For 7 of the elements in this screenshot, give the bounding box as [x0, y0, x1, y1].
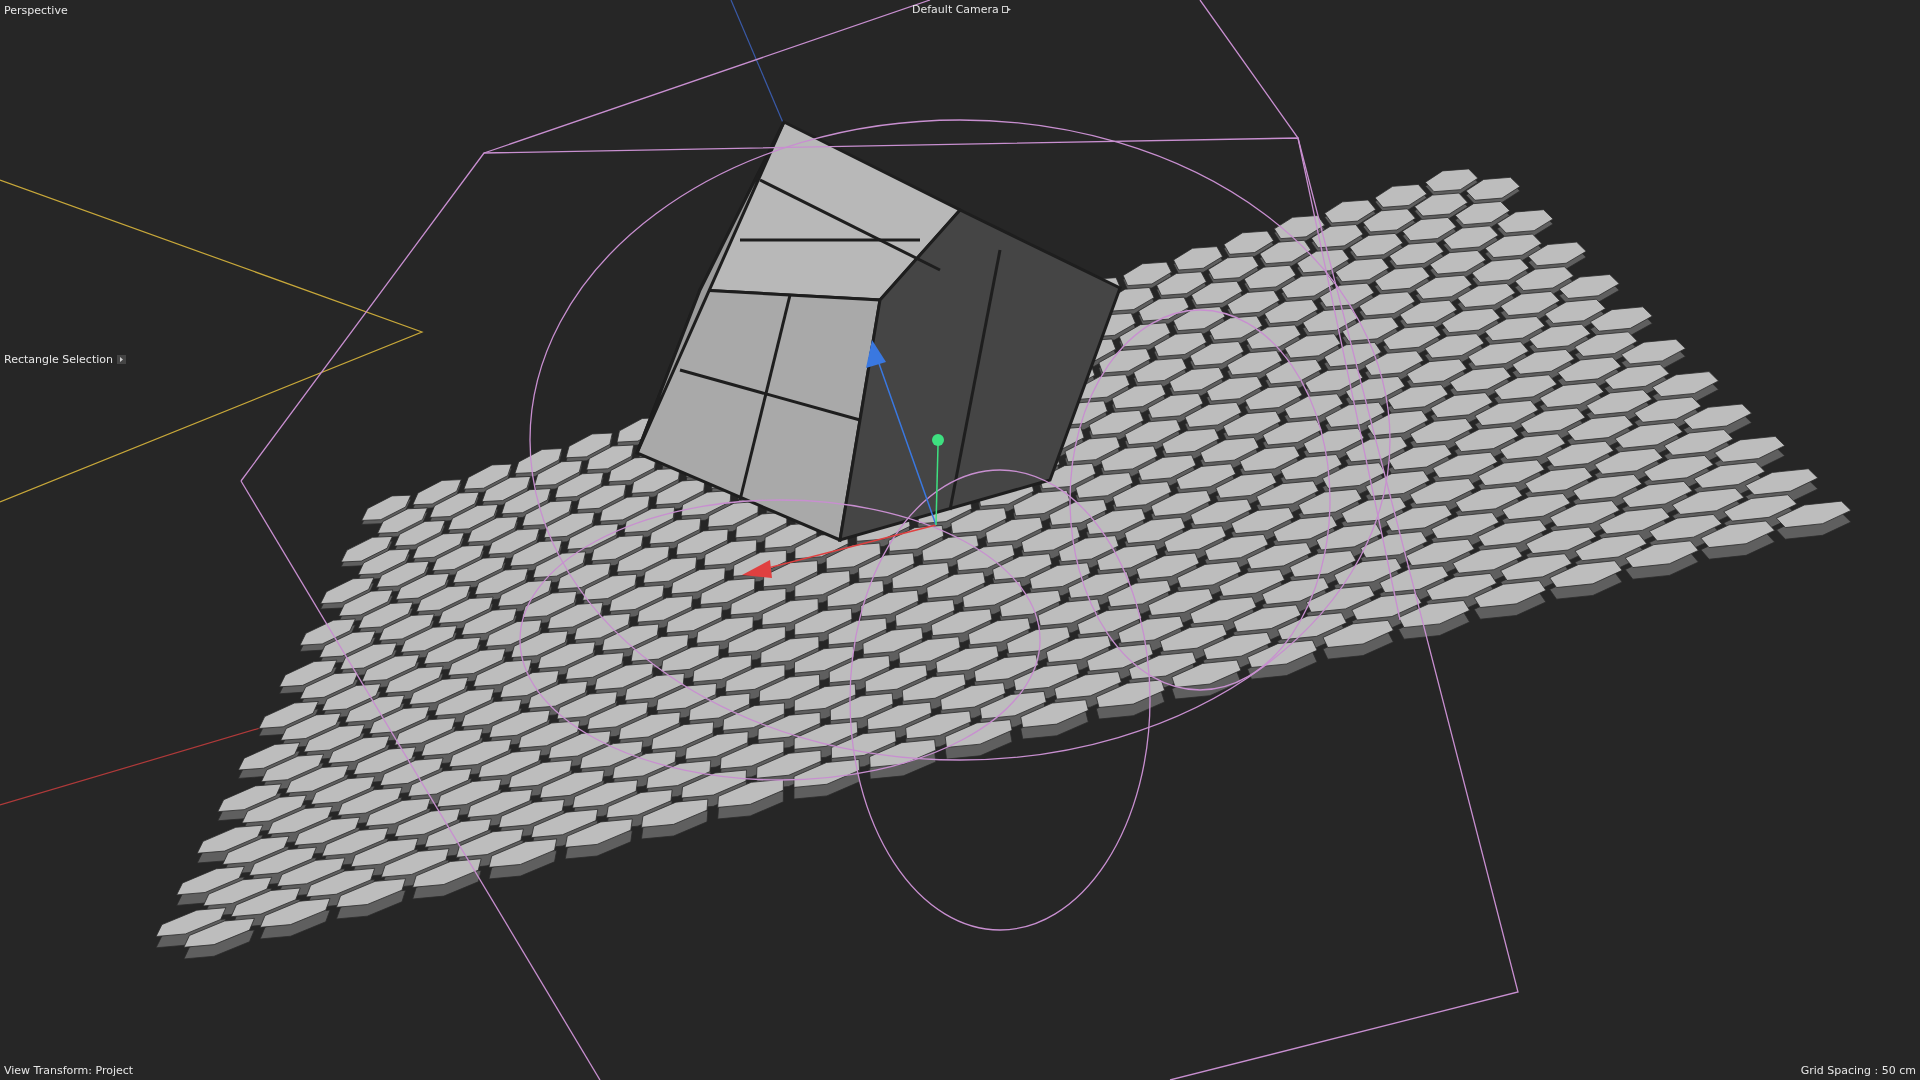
camera-name[interactable]: Default Camera [912, 3, 999, 16]
camera-menu-icon[interactable] [1001, 5, 1011, 14]
grid-spacing-text: Grid Spacing : 50 cm [1800, 1063, 1916, 1077]
view-name[interactable]: Perspective [4, 3, 68, 17]
tool-name[interactable]: Rectangle Selection [4, 353, 113, 366]
tool-arrow-icon[interactable] [117, 355, 126, 364]
view-transform-text: View Transform: Project [4, 1063, 134, 1077]
